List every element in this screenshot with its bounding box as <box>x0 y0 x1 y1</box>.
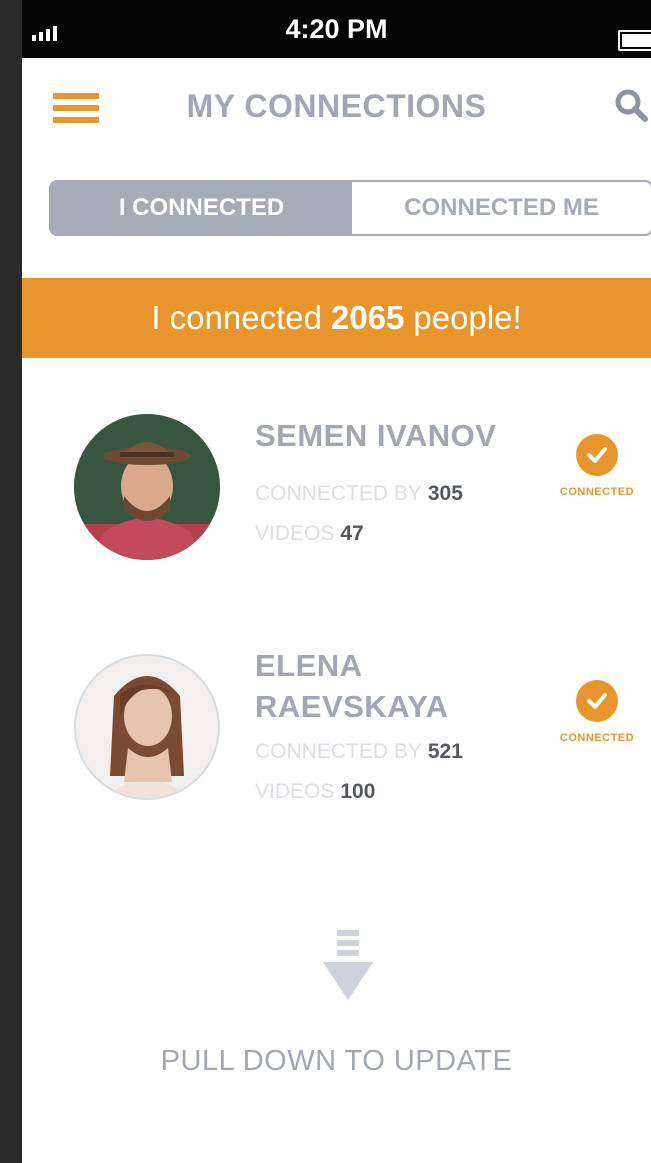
contact-name: SEMEN IVANOV <box>255 418 497 453</box>
connected-by-label: CONNECTED BY <box>255 482 422 505</box>
connected-by-label: CONNECTED BY <box>255 740 422 763</box>
page-title: MY CONNECTIONS <box>186 88 487 124</box>
battery-icon <box>618 30 651 51</box>
videos-value: 47 <box>340 522 364 545</box>
videos-value: 100 <box>340 780 376 803</box>
check-icon <box>576 434 618 476</box>
contact-name-line2: RAEVSKAYA <box>255 689 449 724</box>
connected-by-stat: CONNECTED BY 305 <box>255 482 463 506</box>
contact-row[interactable]: ELENA RAEVSKAYA CONNECTED BY 521 VIDEOS 10… <box>22 648 651 803</box>
contact-row[interactable]: SEMEN IVANOV CONNECTED BY 305 VIDEOS 47 CO… <box>22 412 651 562</box>
connected-label: CONNECTED <box>559 732 635 744</box>
status-bar: 4:20 PM <box>22 0 651 58</box>
tab-connected-me[interactable]: CONNECTED ME <box>352 182 651 234</box>
check-icon <box>576 680 618 722</box>
search-icon[interactable] <box>614 88 648 122</box>
app-screen: 4:20 PM MY CONNECTIONS I CONNECTED CONNE… <box>22 0 651 1163</box>
videos-label: VIDEOS <box>255 780 335 803</box>
connected-by-stat: CONNECTED BY 521 <box>255 740 463 764</box>
tab-i-connected[interactable]: I CONNECTED <box>51 182 352 234</box>
avatar[interactable] <box>74 654 220 800</box>
connected-badge[interactable]: CONNECTED <box>552 680 642 744</box>
connections-count: 2065 <box>330 299 405 336</box>
nav-bar: MY CONNECTIONS <box>22 58 651 158</box>
connections-tabs: I CONNECTED CONNECTED ME <box>49 180 651 236</box>
device-bezel <box>0 0 22 1163</box>
videos-stat: VIDEOS 100 <box>255 780 375 804</box>
pull-down-arrow-icon <box>315 928 385 1008</box>
banner-suffix: people! <box>413 299 522 336</box>
connected-by-value: 305 <box>427 482 463 505</box>
pull-to-update-text: PULL DOWN TO UPDATE <box>160 1045 513 1077</box>
contact-name-line1: ELENA <box>255 648 363 683</box>
videos-stat: VIDEOS 47 <box>255 522 364 546</box>
banner-prefix: I connected <box>151 299 322 336</box>
connected-badge[interactable]: CONNECTED <box>552 434 642 498</box>
avatar[interactable] <box>74 414 220 560</box>
connections-banner: I connected 2065 people! <box>22 278 651 358</box>
connected-by-value: 521 <box>427 740 463 763</box>
videos-label: VIDEOS <box>255 522 335 545</box>
status-time: 4:20 PM <box>285 14 388 44</box>
connected-label: CONNECTED <box>559 486 635 498</box>
